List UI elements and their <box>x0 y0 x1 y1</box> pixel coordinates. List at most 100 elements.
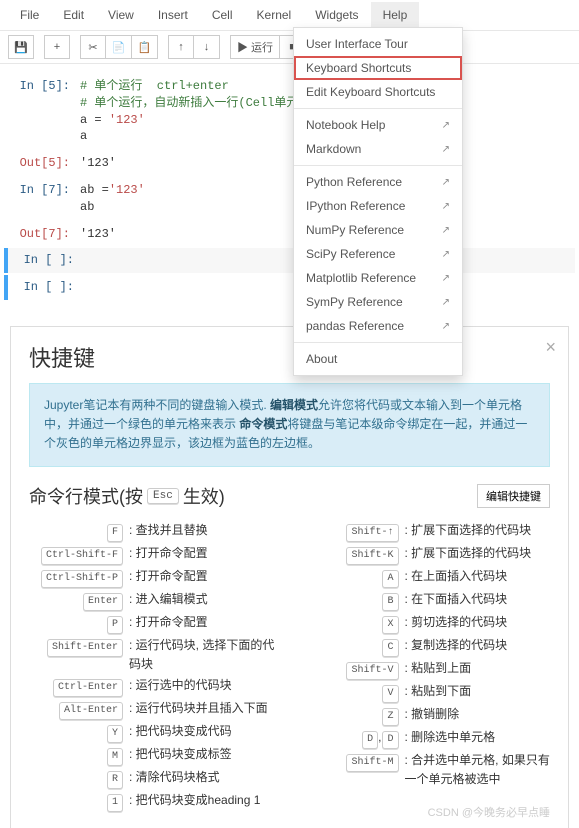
shortcut-desc: : 清除代码块格式 <box>127 768 275 787</box>
shortcut-desc: : 合并选中单元格, 如果只有一个单元格被选中 <box>403 751 551 789</box>
menu-cell[interactable]: Cell <box>200 2 245 28</box>
shortcut-keys: Z <box>305 705 403 726</box>
run-button[interactable]: ▶ 运行 <box>230 35 280 59</box>
external-link-icon: ↗ <box>442 201 450 212</box>
shortcut-row: Z: 撤销删除 <box>305 705 551 726</box>
shortcut-keys: Shift-Enter <box>29 636 127 657</box>
help-pandas-ref[interactable]: pandas Reference↗ <box>294 314 462 338</box>
help-scipy-ref[interactable]: SciPy Reference↗ <box>294 242 462 266</box>
help-markdown[interactable]: Markdown↗ <box>294 137 462 161</box>
shortcut-row: Shift-M: 合并选中单元格, 如果只有一个单元格被选中 <box>305 751 551 789</box>
help-notebook[interactable]: Notebook Help↗ <box>294 113 462 137</box>
shortcut-keys: V <box>305 682 403 703</box>
shortcut-keys: A <box>305 567 403 588</box>
shortcut-row: V: 粘贴到下面 <box>305 682 551 703</box>
in-prompt: In [ ]: <box>8 277 80 298</box>
shortcut-keys: Alt-Enter <box>29 699 127 720</box>
shortcut-row: Ctrl-Shift-P: 打开命令配置 <box>29 567 275 588</box>
shortcut-desc: : 粘贴到上面 <box>403 659 551 678</box>
shortcut-keys: 1 <box>29 791 127 812</box>
code-cell[interactable]: In [5]: # 单个运行 ctrl+enter # 单个运行，自动新插入一行… <box>4 74 575 149</box>
shortcut-keys: Shift-K <box>305 544 403 565</box>
add-cell-button[interactable]: + <box>44 35 70 59</box>
shortcut-desc: : 打开命令配置 <box>127 567 275 586</box>
in-prompt: In [ ]: <box>8 250 80 271</box>
shortcut-desc: : 把代码块变成heading 1 <box>127 791 275 810</box>
shortcut-keys: Shift-↑ <box>305 521 403 542</box>
shortcut-keys: Ctrl-Shift-P <box>29 567 127 588</box>
help-dropdown: User Interface Tour Keyboard Shortcuts E… <box>293 27 463 376</box>
shortcut-row: F: 查找并且替换 <box>29 521 275 542</box>
help-ipython-ref[interactable]: IPython Reference↗ <box>294 194 462 218</box>
menu-help[interactable]: Help <box>371 2 420 28</box>
shortcut-keys: Y <box>29 722 127 743</box>
shortcut-keys: X <box>305 613 403 634</box>
shortcut-row: Shift-K: 扩展下面选择的代码块 <box>305 544 551 565</box>
external-link-icon: ↗ <box>442 225 450 236</box>
external-link-icon: ↗ <box>442 273 450 284</box>
help-about[interactable]: About <box>294 347 462 371</box>
section-heading: 命令行模式(按 Esc 生效) <box>29 483 225 509</box>
shortcut-row: Alt-Enter: 运行代码块并且插入下面 <box>29 699 275 720</box>
help-python-ref[interactable]: Python Reference↗ <box>294 170 462 194</box>
shortcut-desc: : 把代码块变成标签 <box>127 745 275 764</box>
shortcut-keys: Ctrl-Shift-F <box>29 544 127 565</box>
shortcut-desc: : 在上面插入代码块 <box>403 567 551 586</box>
shortcut-desc: : 运行选中的代码块 <box>127 676 275 695</box>
out-prompt: Out[7]: <box>4 224 76 245</box>
help-matplotlib-ref[interactable]: Matplotlib Reference↗ <box>294 266 462 290</box>
in-prompt: In [7]: <box>4 180 76 218</box>
shortcut-col-left: F: 查找并且替换Ctrl-Shift-F: 打开命令配置Ctrl-Shift-… <box>29 519 275 814</box>
out-prompt: Out[5]: <box>4 153 76 174</box>
code-cell-selected[interactable]: In [ ]: <box>4 248 575 273</box>
cut-button[interactable]: ✂ <box>80 35 106 59</box>
code-cell[interactable]: In [7]: ab ='123' ab <box>4 178 575 220</box>
shortcut-keys: Enter <box>29 590 127 611</box>
menu-insert[interactable]: Insert <box>146 2 200 28</box>
move-up-button[interactable]: ↑ <box>168 35 194 59</box>
help-keyboard-shortcuts[interactable]: Keyboard Shortcuts <box>294 56 462 80</box>
modal-title: 快捷键 <box>29 341 550 373</box>
shortcut-desc: : 进入编辑模式 <box>127 590 275 609</box>
shortcut-desc: : 运行代码块并且插入下面 <box>127 699 275 718</box>
shortcut-desc: : 扩展下面选择的代码块 <box>403 521 551 540</box>
shortcut-keys: B <box>305 590 403 611</box>
menu-edit[interactable]: Edit <box>51 2 96 28</box>
output-cell: Out[7]: '123' <box>4 222 575 247</box>
menu-widgets[interactable]: Widgets <box>303 2 370 28</box>
external-link-icon: ↗ <box>442 144 450 155</box>
help-ui-tour[interactable]: User Interface Tour <box>294 32 462 56</box>
divider <box>294 342 462 343</box>
edit-shortcuts-button[interactable]: 编辑快捷键 <box>477 484 550 508</box>
shortcut-desc: : 运行代码块, 选择下面的代码块 <box>127 636 275 674</box>
external-link-icon: ↗ <box>442 321 450 332</box>
divider <box>294 165 462 166</box>
menu-view[interactable]: View <box>96 2 146 28</box>
shortcut-row: B: 在下面插入代码块 <box>305 590 551 611</box>
copy-button[interactable]: 📄 <box>106 35 132 59</box>
code-cell[interactable]: In [ ]: <box>4 275 575 300</box>
shortcut-keys: M <box>29 745 127 766</box>
shortcut-desc: : 粘贴到下面 <box>403 682 551 701</box>
menu-file[interactable]: File <box>8 2 51 28</box>
shortcut-row: P: 打开命令配置 <box>29 613 275 634</box>
help-numpy-ref[interactable]: NumPy Reference↗ <box>294 218 462 242</box>
menu-kernel[interactable]: Kernel <box>245 2 304 28</box>
shortcut-row: Ctrl-Enter: 运行选中的代码块 <box>29 676 275 697</box>
shortcut-row: C: 复制选择的代码块 <box>305 636 551 657</box>
save-button[interactable]: 💾 <box>8 35 34 59</box>
in-prompt: In [5]: <box>4 76 76 147</box>
shortcut-desc: : 打开命令配置 <box>127 544 275 563</box>
menubar: File Edit View Insert Cell Kernel Widget… <box>0 0 579 30</box>
divider <box>294 108 462 109</box>
shortcut-row: Shift-Enter: 运行代码块, 选择下面的代码块 <box>29 636 275 674</box>
close-icon[interactable]: × <box>545 337 556 358</box>
paste-button[interactable]: 📋 <box>132 35 158 59</box>
move-down-button[interactable]: ↓ <box>194 35 220 59</box>
shortcut-keys: Shift-M <box>305 751 403 772</box>
shortcut-desc: : 撤销删除 <box>403 705 551 724</box>
help-edit-shortcuts[interactable]: Edit Keyboard Shortcuts <box>294 80 462 104</box>
shortcut-desc: : 打开命令配置 <box>127 613 275 632</box>
shortcut-keys: F <box>29 521 127 542</box>
help-sympy-ref[interactable]: SymPy Reference↗ <box>294 290 462 314</box>
